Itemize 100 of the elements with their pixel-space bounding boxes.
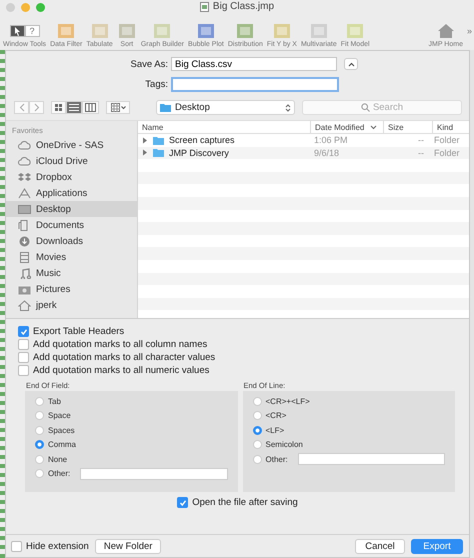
back-button[interactable]	[14, 101, 29, 114]
radio-label: Tab	[48, 396, 61, 406]
size-cell-text: --	[417, 146, 425, 160]
house-icon	[18, 300, 31, 310]
sidebar-item[interactable]: OneDrive - SAS	[6, 137, 137, 153]
location-dropdown[interactable]: Desktop	[156, 100, 295, 115]
checkbox[interactable]	[18, 365, 29, 376]
column-header[interactable]: Kind	[433, 121, 469, 133]
overflow-button[interactable]: »	[466, 26, 472, 36]
checkbox-label: Export Table Headers	[33, 326, 124, 337]
radio-button[interactable]	[252, 440, 262, 450]
save-as-field[interactable]: Big Class.csv	[171, 57, 337, 71]
cloud-icon	[18, 140, 31, 150]
radio-button[interactable]	[252, 426, 262, 435]
up-down-arrows-icon	[285, 102, 291, 112]
checkbox[interactable]	[18, 352, 29, 363]
chevron-up-icon	[348, 62, 354, 66]
checkbox-label: Open the file after saving	[192, 497, 298, 508]
sidebar-item[interactable]: Downloads	[6, 233, 137, 249]
arrange-button[interactable]	[106, 101, 130, 114]
radio-label: Space	[48, 411, 71, 420]
download-icon	[18, 236, 31, 246]
checkbox-label: Add quotation marks to all numeric values	[33, 365, 210, 376]
other-field[interactable]	[80, 468, 228, 480]
forward-button[interactable]	[29, 101, 44, 114]
music-note-icon	[18, 268, 31, 278]
checkbox[interactable]	[18, 339, 29, 350]
column-header[interactable]: Size	[384, 121, 433, 133]
camera-icon	[18, 284, 31, 294]
sidebar-item[interactable]: Pictures	[6, 281, 137, 297]
checkbox-label: Hide extension	[26, 540, 89, 552]
box-icon	[18, 172, 31, 182]
file-name: JMP Discovery	[169, 148, 229, 158]
dialog-button[interactable]: Cancel	[355, 538, 405, 554]
size-cell-text: --	[417, 134, 425, 147]
radio-button[interactable]	[35, 469, 44, 478]
close-button[interactable]	[6, 2, 15, 12]
radio-button[interactable]	[252, 454, 262, 464]
folder-icon	[153, 148, 164, 158]
radio-button[interactable]	[35, 396, 44, 406]
radio-button[interactable]	[35, 440, 44, 450]
tags-field[interactable]	[171, 77, 339, 92]
dialog-button[interactable]: New Folder	[94, 538, 162, 554]
radio-label: None	[48, 454, 68, 464]
radio-button[interactable]	[35, 426, 44, 435]
save-as-label: Save As:	[130, 58, 168, 70]
date-cell-text: 1:06 PM	[313, 134, 349, 147]
radio-button[interactable]	[35, 411, 44, 420]
radio-label: <LF>	[266, 426, 284, 435]
sidebar-item[interactable]: Music	[6, 265, 137, 281]
collapse-button[interactable]	[344, 58, 358, 70]
checkbox[interactable]	[177, 497, 188, 508]
checkbox[interactable]	[18, 326, 29, 337]
radio-button[interactable]	[252, 411, 262, 420]
kind-cell-text: Folder	[433, 134, 461, 147]
date-cell-text: 9/6/18	[313, 146, 340, 160]
sidebar-item[interactable]: iCloud Drive	[6, 153, 137, 169]
radio-label: <CR>	[266, 411, 286, 420]
column-view-icon[interactable]	[82, 101, 99, 114]
chevron-left-icon	[18, 103, 24, 112]
folder-icon	[160, 103, 171, 112]
sidebar-item[interactable]: Dropbox	[6, 169, 137, 185]
list-view-icon[interactable]	[66, 101, 82, 114]
minimize-button[interactable]	[21, 2, 30, 12]
icon-view-icon[interactable]	[51, 101, 66, 114]
chevron-right-icon	[34, 103, 40, 112]
radio-button[interactable]	[252, 396, 262, 406]
radio-label: Other:	[48, 469, 70, 478]
film-icon	[18, 252, 31, 262]
arrow-tool-button[interactable]	[10, 25, 25, 37]
radio-label: Comma	[48, 440, 76, 450]
sidebar-item[interactable]: Applications	[6, 185, 137, 201]
zoom-button[interactable]	[36, 2, 45, 12]
sidebar-item[interactable]: jperk	[6, 297, 137, 313]
checkbox[interactable]	[11, 540, 22, 552]
house-icon[interactable]	[436, 22, 455, 40]
other-field[interactable]	[298, 453, 445, 466]
column-header[interactable]: Date Modified	[311, 121, 384, 133]
sidebar-item[interactable]: Desktop	[6, 201, 137, 217]
file-row[interactable]: Screen captures 1:06 PM -- Folder	[138, 134, 469, 147]
tags-label: Tags:	[144, 79, 168, 90]
radio-label: <CR>+<LF>	[266, 396, 310, 406]
radio-label: Semicolon	[266, 440, 303, 450]
monitor-icon	[18, 204, 31, 214]
help-tool-button[interactable]: ?	[24, 25, 40, 37]
file-row[interactable]: JMP Discovery 9/6/18 -- Folder	[138, 146, 469, 160]
radio-button[interactable]	[35, 454, 44, 464]
kind-cell-text: Folder	[433, 146, 461, 160]
search-icon	[360, 103, 370, 112]
checkbox-label: Add quotation marks to all column names	[33, 339, 208, 350]
column-header[interactable]: Name	[138, 121, 311, 133]
document-icon	[200, 2, 209, 12]
apps-icon	[18, 188, 31, 198]
pointer-icon	[14, 26, 21, 36]
sidebar-item[interactable]: Movies	[6, 249, 137, 265]
file-name: Screen captures	[169, 135, 235, 146]
radio-label: Other:	[266, 454, 288, 464]
sidebar-item[interactable]: Documents	[6, 217, 137, 233]
window-title: Big Class.jmp	[212, 1, 274, 12]
cloud-icon	[18, 156, 31, 166]
